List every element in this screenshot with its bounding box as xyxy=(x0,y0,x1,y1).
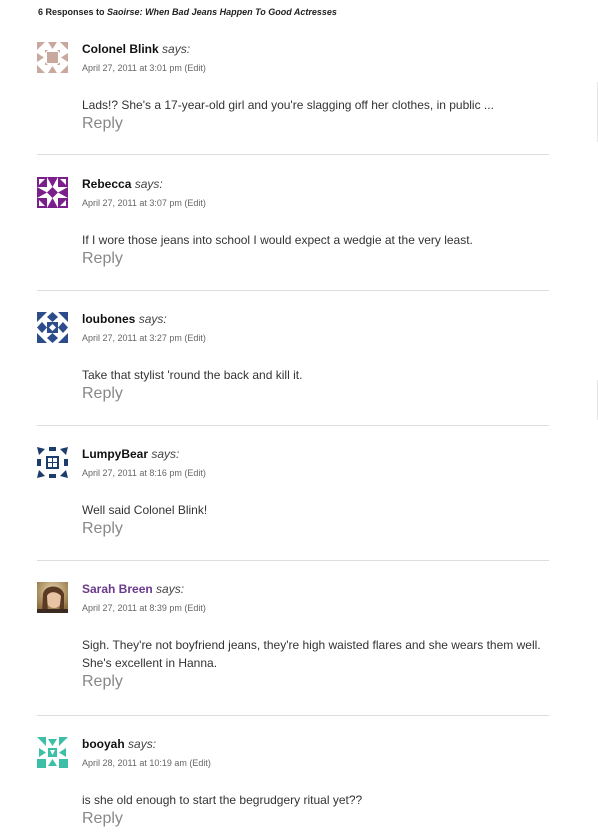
comment-author: Sarah Breen says: xyxy=(82,582,184,596)
comment-text: If I wore those jeans into school I woul… xyxy=(82,233,473,247)
comment-text: is she old enough to start the begrudger… xyxy=(82,793,363,807)
comment-author: Colonel Blink says: xyxy=(82,42,190,56)
reply-link[interactable]: Reply xyxy=(82,115,123,133)
divider xyxy=(37,560,549,561)
author-name: LumpyBear xyxy=(82,447,149,461)
reply-link[interactable]: Reply xyxy=(82,673,123,691)
comment-text: Sigh. They're not boyfriend jeans, they'… xyxy=(82,638,541,670)
author-name: Rebecca xyxy=(82,177,132,191)
avatar[interactable] xyxy=(37,582,68,613)
comment-author: LumpyBear says: xyxy=(82,447,179,461)
comments-heading: 6 Responses to Saoirse: When Bad Jeans H… xyxy=(38,7,337,17)
author-name: booyah xyxy=(82,737,125,751)
comment-date[interactable]: April 27, 2011 at 8:16 pm xyxy=(82,468,182,478)
comment-text: Take that stylist 'round the back and ki… xyxy=(82,368,303,382)
avatar[interactable] xyxy=(37,42,68,73)
divider xyxy=(37,715,549,716)
author-name: loubones xyxy=(82,312,136,326)
comment-date[interactable]: April 27, 2011 at 8:39 pm xyxy=(82,603,182,613)
edit-link[interactable]: (Edit) xyxy=(184,333,206,343)
avatar[interactable] xyxy=(37,737,68,768)
says-label: says: xyxy=(128,737,157,751)
post-title: Saoirse: When Bad Jeans Happen To Good A… xyxy=(107,7,337,17)
says-label: says: xyxy=(138,312,167,326)
reply-link[interactable]: Reply xyxy=(82,385,123,403)
comment-author: booyah says: xyxy=(82,737,156,751)
comment-date[interactable]: April 28, 2011 at 10:19 am xyxy=(82,758,187,768)
reply-link[interactable]: Reply xyxy=(82,520,123,538)
avatar[interactable] xyxy=(37,312,68,343)
comment-date[interactable]: April 27, 2011 at 3:01 pm xyxy=(82,63,182,73)
comment-meta: April 27, 2011 at 3:27 pm (Edit) xyxy=(82,333,206,343)
says-label: says: xyxy=(156,582,185,596)
says-label: says: xyxy=(134,177,163,191)
comment-date[interactable]: April 27, 2011 at 3:07 pm xyxy=(82,198,182,208)
edit-link[interactable]: (Edit) xyxy=(184,603,206,613)
comment-text: Lads!? She's a 17-year-old girl and you'… xyxy=(82,98,494,112)
says-label: says: xyxy=(162,42,191,56)
author-name: Colonel Blink xyxy=(82,42,159,56)
comment-date[interactable]: April 27, 2011 at 3:27 pm xyxy=(82,333,182,343)
edit-link[interactable]: (Edit) xyxy=(184,63,206,73)
comment-meta: April 27, 2011 at 8:39 pm (Edit) xyxy=(82,603,206,613)
comment-text: Well said Colonel Blink! xyxy=(82,503,208,517)
reply-link[interactable]: Reply xyxy=(82,810,123,828)
divider xyxy=(37,425,549,426)
comment-meta: April 27, 2011 at 3:01 pm (Edit) xyxy=(82,63,206,73)
edit-link[interactable]: (Edit) xyxy=(184,468,206,478)
comment-meta: April 27, 2011 at 8:16 pm (Edit) xyxy=(82,468,206,478)
edit-link[interactable]: (Edit) xyxy=(184,198,206,208)
avatar[interactable] xyxy=(37,447,68,478)
comment-author: loubones says: xyxy=(82,312,167,326)
divider xyxy=(37,290,549,291)
comment-meta: April 27, 2011 at 3:07 pm (Edit) xyxy=(82,198,206,208)
reply-link[interactable]: Reply xyxy=(82,250,123,268)
comment-author: Rebecca says: xyxy=(82,177,163,191)
says-label: says: xyxy=(151,447,180,461)
avatar[interactable] xyxy=(37,177,68,208)
divider xyxy=(37,154,549,155)
comment-meta: April 28, 2011 at 10:19 am (Edit) xyxy=(82,758,211,768)
edit-link[interactable]: (Edit) xyxy=(189,758,211,768)
author-name[interactable]: Sarah Breen xyxy=(82,582,153,596)
heading-prefix: 6 Responses to xyxy=(38,7,105,17)
